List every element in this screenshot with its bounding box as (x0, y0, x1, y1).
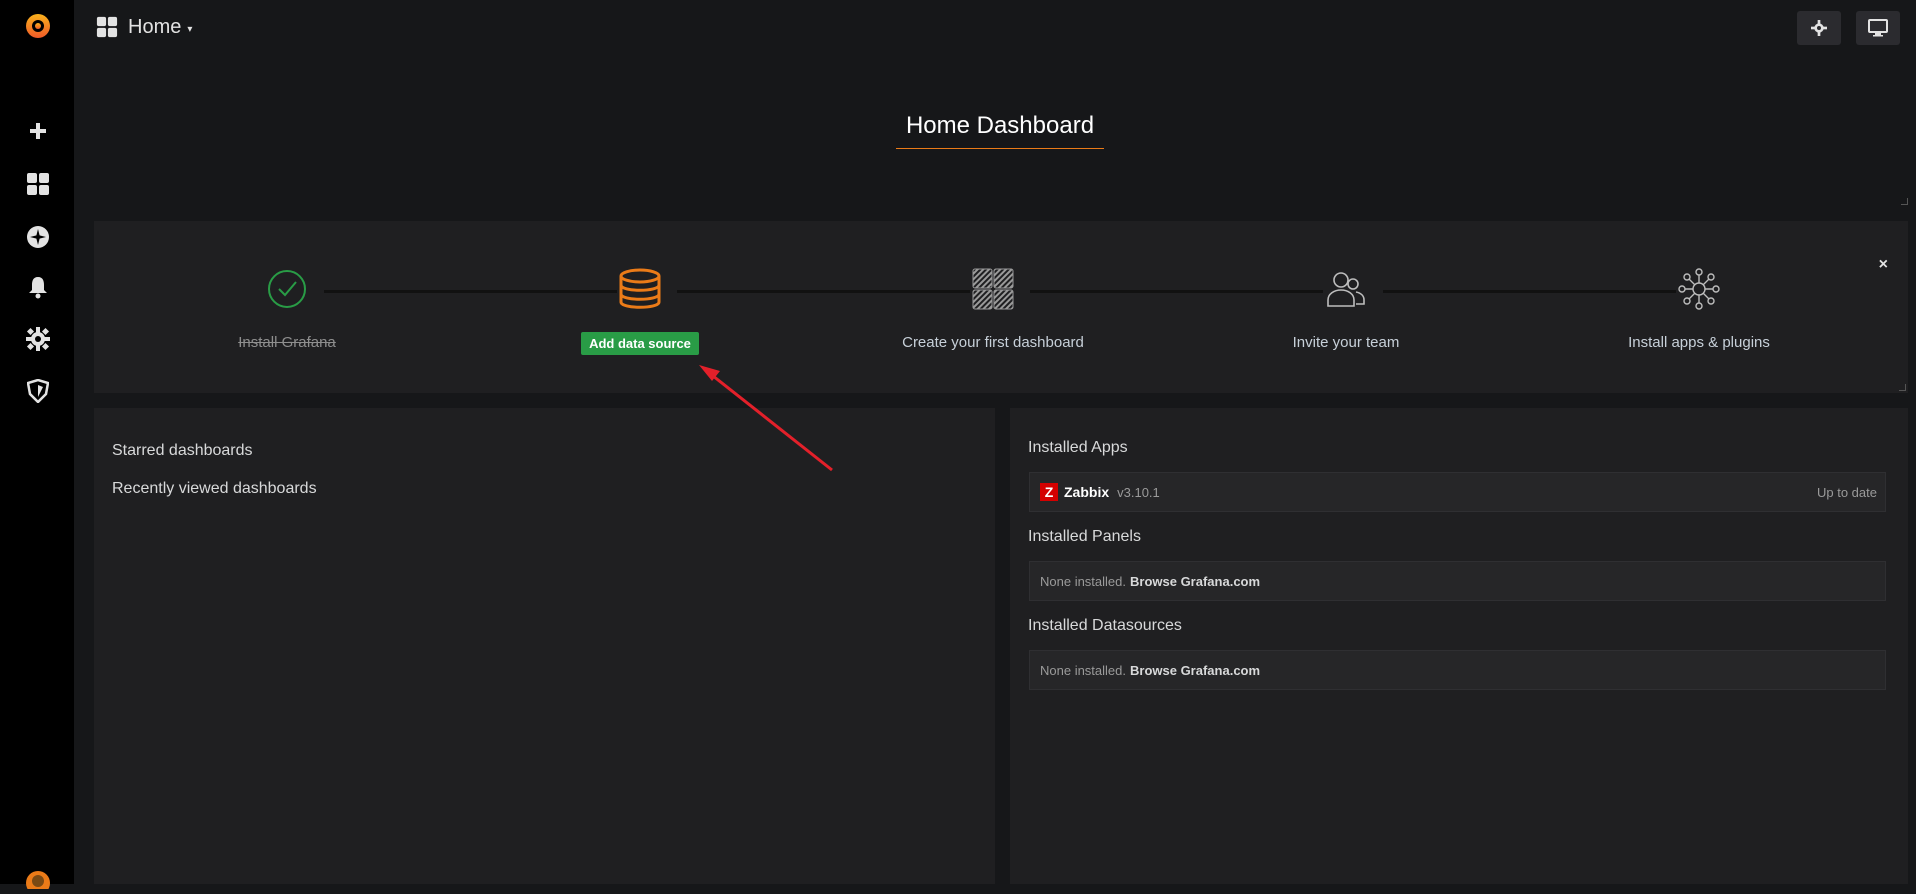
add-data-source-button[interactable]: Add data source (581, 332, 699, 355)
grafana-logo-icon[interactable] (22, 10, 54, 42)
dashboard-title-picker: Home (128, 15, 182, 38)
dashboards-grid-icon (96, 16, 118, 38)
installed-datasources-heading: Installed Datasources (1028, 617, 1182, 634)
user-avatar-icon[interactable] (22, 862, 54, 894)
server-admin-shield-icon[interactable] (22, 375, 54, 407)
plugin-list-panel: Installed Apps Z Zabbix v3.10.1 Up to da… (1010, 408, 1908, 884)
view-mode-button[interactable] (1856, 11, 1900, 45)
installed-panels-card: None installed. Browse Grafana.com (1029, 561, 1886, 601)
dashboard-picker[interactable]: Home ▾ (96, 12, 192, 42)
close-icon[interactable]: × (1879, 256, 1888, 274)
app-version: v3.10.1 (1117, 484, 1160, 500)
users-icon (1216, 266, 1476, 312)
step-add-data-source: Add data source (510, 266, 770, 355)
create-plus-icon[interactable] (22, 115, 54, 147)
panel-resize-handle[interactable] (1899, 384, 1906, 391)
starred-dashboards-link[interactable]: Starred dashboards (112, 442, 253, 460)
step-label: Install Grafana (238, 334, 336, 351)
zabbix-logo-icon: Z (1040, 483, 1058, 501)
chevron-down-icon: ▾ (187, 23, 193, 35)
step-install-plugins: Install apps & plugins (1569, 266, 1829, 351)
dashboard-list-panel: Starred dashboards Recently viewed dashb… (94, 408, 995, 884)
none-installed-text: None installed. (1040, 573, 1126, 589)
installed-datasources-card: None installed. Browse Grafana.com (1029, 650, 1886, 690)
getting-started-panel: Install Grafana Add data source Create y… (94, 221, 1908, 393)
browse-grafana-link[interactable]: Browse Grafana.com (1130, 663, 1260, 678)
gear-icon (1811, 20, 1827, 36)
app-item-zabbix[interactable]: Z Zabbix v3.10.1 Up to date (1029, 472, 1886, 512)
recent-dashboards-link[interactable]: Recently viewed dashboards (112, 480, 317, 498)
alerting-bell-icon[interactable] (22, 271, 54, 303)
configuration-gear-icon[interactable] (22, 323, 54, 355)
install-plugins-link[interactable]: Install apps & plugins (1569, 334, 1829, 351)
invite-team-link[interactable]: Invite your team (1216, 334, 1476, 351)
dashboards-icon[interactable] (22, 168, 54, 200)
browse-grafana-link[interactable]: Browse Grafana.com (1130, 574, 1260, 589)
explore-compass-icon[interactable] (22, 221, 54, 253)
sidebar (0, 0, 74, 889)
step-invite-team: Invite your team (1216, 266, 1476, 351)
dashboard-grid-icon (863, 266, 1123, 312)
step-install-grafana: Install Grafana (157, 266, 417, 351)
panel-resize-handle[interactable] (1901, 198, 1908, 205)
app-name: Zabbix (1064, 484, 1110, 500)
installed-panels-heading: Installed Panels (1028, 528, 1141, 545)
step-create-dashboard: Create your first dashboard (863, 266, 1123, 351)
database-icon (510, 266, 770, 312)
installed-apps-heading: Installed Apps (1028, 439, 1128, 456)
plugins-network-icon (1569, 266, 1829, 312)
create-dashboard-link[interactable]: Create your first dashboard (863, 334, 1123, 351)
check-circle-icon (157, 266, 417, 312)
app-update-status: Up to date (1817, 484, 1877, 500)
page-title: Home Dashboard (896, 112, 1104, 149)
none-installed-text: None installed. (1040, 662, 1126, 678)
dashboard-settings-button[interactable] (1797, 11, 1841, 45)
monitor-icon (1868, 19, 1888, 37)
